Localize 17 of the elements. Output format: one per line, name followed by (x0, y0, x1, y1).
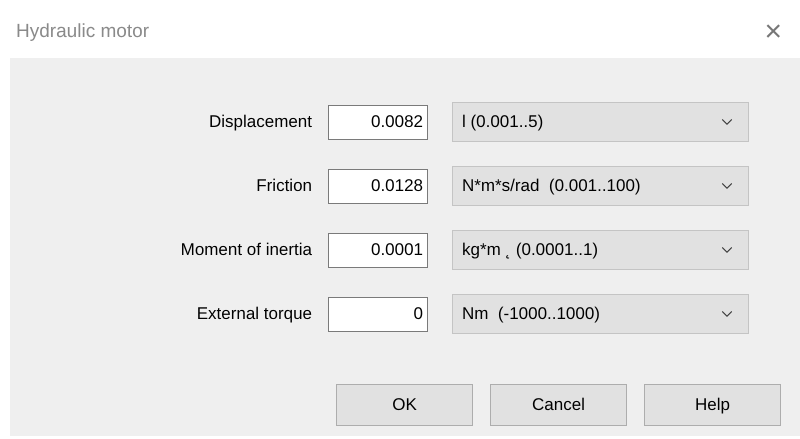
field-label: Moment of inertia (180, 239, 312, 262)
unit-dropdown[interactable]: l (0.001..5) (452, 102, 749, 142)
value-field[interactable]: 0.0001 (328, 232, 428, 268)
field-label: External torque (196, 303, 312, 326)
unit-dropdown[interactable]: Nm (-1000..1000) (452, 294, 749, 334)
dialog-button[interactable]: Help (644, 384, 781, 426)
value-field[interactable]: 0.0082 (328, 104, 428, 140)
field-label: Displacement (208, 111, 312, 134)
unit-dropdown[interactable]: N*m*s/rad (0.001..100) (452, 166, 749, 206)
dialog-button[interactable]: OK (336, 384, 473, 426)
unit-dropdown[interactable]: kg*m ˛ (0.0001..1) (452, 230, 749, 270)
window-title: Hydraulic motor (16, 20, 150, 44)
dialog-button[interactable]: Cancel (490, 384, 627, 426)
value-field[interactable]: 0 (328, 296, 428, 332)
close-button[interactable]: × (764, 17, 782, 47)
value-field[interactable]: 0.0128 (328, 168, 428, 204)
field-label: Friction (255, 175, 312, 198)
